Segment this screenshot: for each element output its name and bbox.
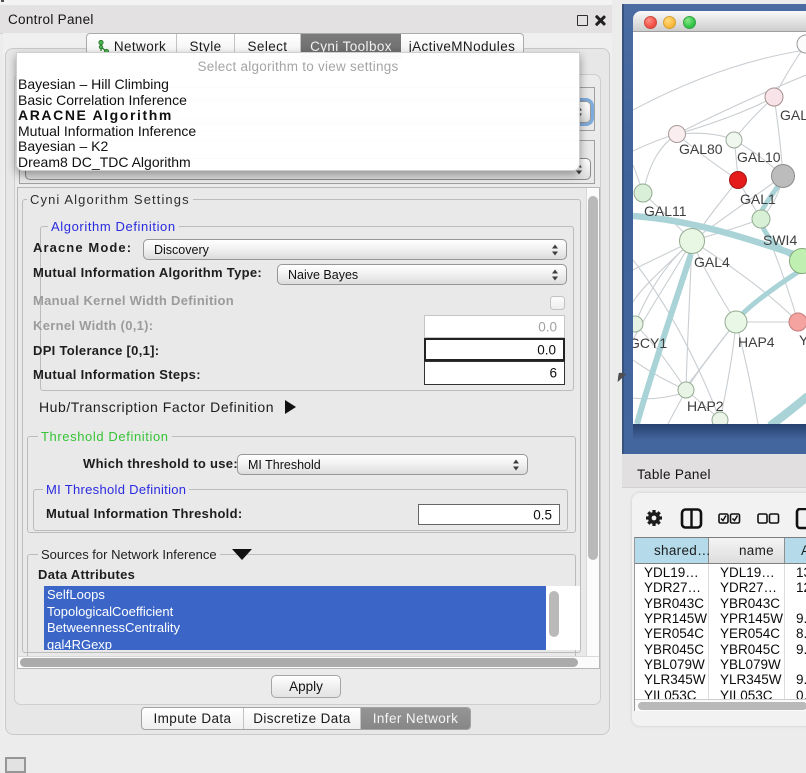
svg-text:HAP4: HAP4 [738, 334, 775, 350]
svg-text:YD: YD [799, 332, 806, 348]
svg-text:GAL7: GAL7 [780, 107, 806, 123]
svg-text:HAP2: HAP2 [687, 398, 724, 414]
svg-text:GCY1: GCY1 [633, 335, 667, 351]
svg-text:GAL4: GAL4 [694, 254, 730, 270]
svg-text:GAL11: GAL11 [644, 203, 687, 219]
svg-text:GAL80: GAL80 [679, 141, 723, 157]
svg-text:GAL10: GAL10 [737, 149, 781, 165]
svg-text:GAL1: GAL1 [740, 191, 776, 207]
svg-text:SWI4: SWI4 [763, 232, 797, 248]
